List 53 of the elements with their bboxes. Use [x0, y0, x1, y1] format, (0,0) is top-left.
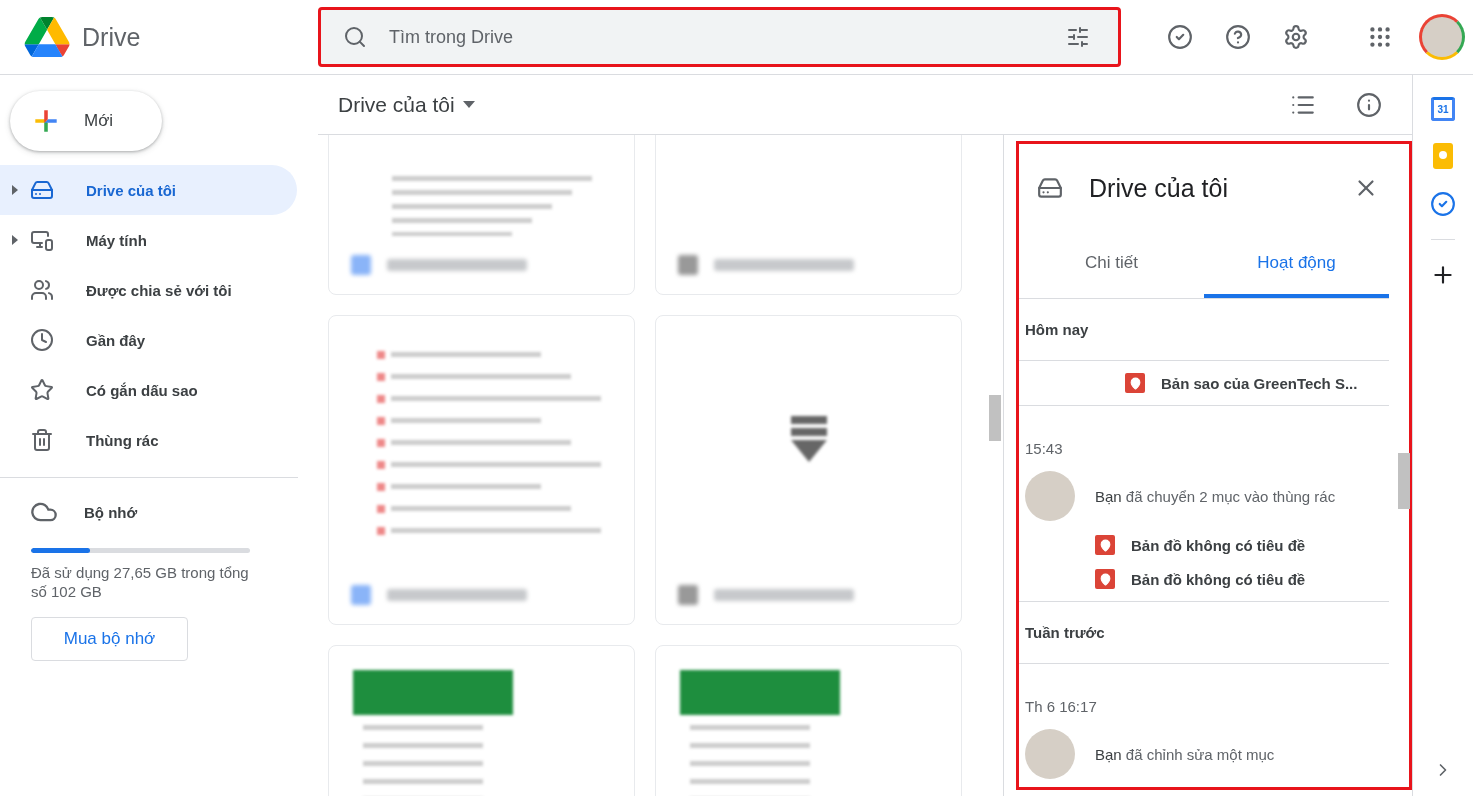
search-icon — [343, 25, 367, 49]
sidebar-item[interactable]: Được chia sẻ với tôi — [0, 265, 297, 315]
trash-icon — [30, 428, 54, 452]
sidebar-item[interactable]: Máy tính — [0, 215, 297, 265]
search-bar[interactable]: Tìm trong Drive — [318, 7, 1121, 67]
caret-icon[interactable] — [11, 184, 19, 196]
new-button[interactable]: Mới — [10, 91, 162, 151]
event-text: Bạn đã chuyển 2 mục vào thùng rác — [1095, 487, 1336, 505]
file-link[interactable]: Bản đồ không có tiêu đề — [1131, 536, 1306, 554]
tab[interactable]: Chi tiết — [1019, 232, 1204, 298]
sidebar-item[interactable]: Drive của tôi — [0, 165, 297, 215]
event-text: Bạn đã chỉnh sửa một mục — [1095, 745, 1275, 763]
sidebar-item[interactable]: Gần đây — [0, 315, 297, 365]
app-name: Drive — [82, 22, 141, 52]
map-pin-icon — [1095, 569, 1115, 589]
dropdown-caret-icon[interactable] — [462, 101, 475, 108]
calendar-icon[interactable]: 31 — [1431, 97, 1455, 121]
recent-icon — [30, 328, 54, 352]
shared-icon — [30, 278, 54, 302]
map-pin-icon — [1095, 535, 1115, 555]
scrollbar-thumb[interactable] — [1398, 453, 1410, 509]
avatar[interactable] — [1419, 14, 1465, 60]
mydrive-icon — [30, 178, 54, 202]
map-pin-icon — [1125, 373, 1145, 393]
file-link[interactable]: Bản đồ không có tiêu đề — [1131, 570, 1306, 588]
drive-icon — [1037, 175, 1063, 201]
drive-logo — [24, 17, 70, 57]
file-type-icon — [678, 255, 698, 275]
check-circle-icon[interactable] — [1430, 191, 1456, 217]
search-field[interactable]: Tìm trong Drive — [387, 25, 1046, 49]
file-type-icon — [351, 255, 371, 275]
caret-icon[interactable] — [11, 234, 19, 246]
avatar — [1025, 729, 1075, 779]
storage-label: Bộ nhớ — [84, 503, 138, 521]
scrollbar-thumb[interactable] — [989, 395, 1001, 441]
avatar — [1025, 471, 1075, 521]
buy-storage-button[interactable]: Mua bộ nhớ — [31, 617, 188, 661]
sidebar-item[interactable]: Thùng rác — [0, 415, 297, 465]
event-time: Th 6 16:17 — [1025, 697, 1098, 715]
storage-usage: Đã sử dụng 27,65 GB trong tổng số 102 GB — [31, 563, 250, 601]
file-type-icon — [351, 585, 371, 605]
folder-title[interactable]: Drive của tôi — [338, 92, 455, 117]
file-type-icon — [678, 585, 698, 605]
file-link[interactable]: Bản sao của GreenTech S... — [1161, 374, 1358, 392]
tab[interactable]: Hoạt động — [1204, 232, 1389, 298]
computers-icon — [30, 228, 54, 252]
day-heading: Tuần trước — [1019, 602, 1389, 664]
starred-icon — [30, 378, 54, 402]
filter-sliders-icon[interactable] — [1066, 25, 1090, 49]
event-time: 15:43 — [1025, 439, 1064, 457]
day-heading: Hôm nay — [1019, 299, 1389, 361]
sidebar-item[interactable]: Có gắn dấu sao — [0, 365, 297, 415]
panel-title: Drive của tôi — [1089, 173, 1229, 203]
